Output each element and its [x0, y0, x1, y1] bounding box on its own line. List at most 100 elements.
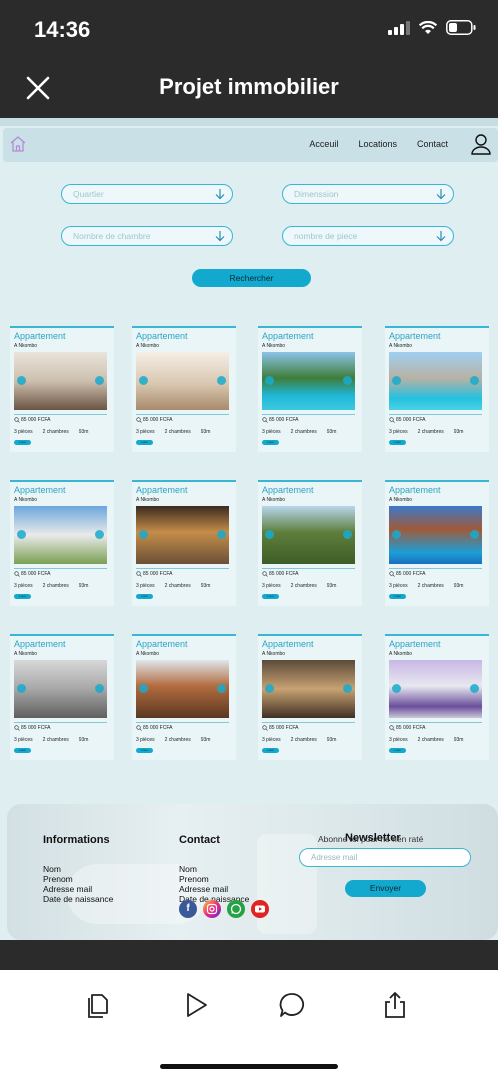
- listing-type: Appartement: [136, 485, 188, 495]
- chambres-select[interactable]: Nombre de chambre: [61, 226, 233, 246]
- next-photo-button[interactable]: [343, 684, 352, 693]
- prev-photo-button[interactable]: [265, 684, 274, 693]
- listing-price-row: 85 000 FCFA: [389, 725, 425, 731]
- signal-icon: [388, 20, 410, 35]
- next-photo-button[interactable]: [95, 530, 104, 539]
- informations-title: Informations: [43, 834, 110, 846]
- dimension-placeholder: Dimenssion: [294, 189, 339, 199]
- next-photo-button[interactable]: [470, 684, 479, 693]
- status-badge: Loué: [14, 748, 31, 753]
- listing-price: 85 000 FCFA: [21, 725, 51, 731]
- play-icon[interactable]: [181, 990, 211, 1020]
- next-photo-button[interactable]: [470, 530, 479, 539]
- listing-card[interactable]: Appartement A Nkombo 85 000 FCFA 3 pièces 2 …: [10, 634, 114, 760]
- prev-photo-button[interactable]: [139, 684, 148, 693]
- prev-photo-button[interactable]: [17, 530, 26, 539]
- listing-card[interactable]: Appartement A Nkombo 85 000 FCFA 3 pièces 2 …: [132, 326, 236, 452]
- price-tag-icon: [262, 417, 268, 423]
- next-photo-button[interactable]: [217, 530, 226, 539]
- listing-area: 93m: [78, 583, 89, 589]
- listing-card[interactable]: Appartement A Nkombo 85 000 FCFA 3 pièces 2 …: [385, 634, 489, 760]
- prev-photo-button[interactable]: [17, 684, 26, 693]
- facebook-icon[interactable]: f: [179, 900, 197, 918]
- listing-card[interactable]: Appartement A Nkombo 85 000 FCFA 3 pièces 2 …: [10, 480, 114, 606]
- listing-area: 93m: [200, 737, 211, 743]
- next-photo-button[interactable]: [95, 376, 104, 385]
- listing-photo: [262, 660, 355, 718]
- listing-bedrooms: 2 chambres: [164, 583, 191, 589]
- home-indicator[interactable]: [160, 1064, 338, 1069]
- listing-bedrooms: 2 chambres: [164, 737, 191, 743]
- listing-photo: [136, 506, 229, 564]
- prev-photo-button[interactable]: [265, 376, 274, 385]
- listing-card[interactable]: Appartement A Nkombo 85 000 FCFA 3 pièces 2 …: [385, 480, 489, 606]
- search-button[interactable]: Rechercher: [192, 269, 311, 287]
- listing-type: Appartement: [136, 639, 188, 649]
- prev-photo-button[interactable]: [139, 530, 148, 539]
- listing-card[interactable]: Appartement A Nkombo 85 000 FCFA 3 pièces 2 …: [385, 326, 489, 452]
- listing-rooms: 3 pièces: [14, 429, 33, 435]
- prev-photo-button[interactable]: [392, 530, 401, 539]
- listing-card[interactable]: Appartement A Nkombo 85 000 FCFA 3 pièces 2 …: [258, 326, 362, 452]
- prev-photo-button[interactable]: [17, 376, 26, 385]
- listing-bedrooms: 2 chambres: [42, 583, 69, 589]
- next-photo-button[interactable]: [343, 376, 352, 385]
- prev-photo-button[interactable]: [392, 376, 401, 385]
- price-tag-icon: [136, 725, 142, 731]
- prev-photo-button[interactable]: [392, 684, 401, 693]
- listing-bedrooms: 2 chambres: [42, 429, 69, 435]
- card-divider: [136, 722, 229, 723]
- listing-type: Appartement: [136, 331, 188, 341]
- listing-photo: [389, 506, 482, 564]
- listing-specs: 3 pièces 2 chambres 93m: [136, 737, 210, 743]
- listing-price: 85 000 FCFA: [396, 725, 426, 731]
- comment-icon[interactable]: [277, 990, 307, 1020]
- listing-bedrooms: 2 chambres: [417, 429, 444, 435]
- pieces-select[interactable]: nombre de piece: [282, 226, 454, 246]
- listing-location: A Nkombo: [136, 497, 160, 503]
- listing-card[interactable]: Appartement A Nkombo 85 000 FCFA 3 pièces 2 …: [258, 480, 362, 606]
- newsletter-send-button[interactable]: Envoyer: [345, 880, 426, 897]
- status-badge: Loué: [136, 594, 153, 599]
- listing-card[interactable]: Appartement A Nkombo 85 000 FCFA 3 pièces 2 …: [258, 634, 362, 760]
- user-icon[interactable]: [470, 132, 492, 158]
- instagram-icon[interactable]: [203, 900, 221, 918]
- nav-link-acceuil[interactable]: Acceuil: [309, 139, 338, 149]
- listing-location: A Nkombo: [14, 497, 38, 503]
- footer: Informations Nom Prenom Adresse mail Dat…: [7, 804, 498, 940]
- listing-area: 93m: [326, 583, 337, 589]
- listing-location: A Nkombo: [389, 651, 413, 657]
- status-badge: Loué: [14, 440, 31, 445]
- listing-price: 85 000 FCFA: [143, 571, 173, 577]
- next-photo-button[interactable]: [470, 376, 479, 385]
- next-photo-button[interactable]: [217, 376, 226, 385]
- next-photo-button[interactable]: [95, 684, 104, 693]
- home-icon[interactable]: [9, 135, 27, 153]
- prev-photo-button[interactable]: [139, 376, 148, 385]
- listing-type: Appartement: [262, 485, 314, 495]
- listing-card[interactable]: Appartement A Nkombo 85 000 FCFA 3 pièces 2 …: [132, 480, 236, 606]
- status-time: 14:36: [34, 17, 91, 42]
- youtube-icon[interactable]: [251, 900, 269, 918]
- page-title: Projet immobilier: [159, 74, 339, 99]
- newsletter-email-input[interactable]: Adresse mail: [299, 848, 471, 867]
- arrow-down-icon: [436, 189, 446, 200]
- dimension-select[interactable]: Dimenssion: [282, 184, 454, 204]
- copy-icon[interactable]: [83, 990, 113, 1020]
- listing-price-row: 85 000 FCFA: [14, 417, 50, 423]
- listing-price: 85 000 FCFA: [269, 417, 299, 423]
- listing-card[interactable]: Appartement A Nkombo 85 000 FCFA 3 pièces 2 …: [132, 634, 236, 760]
- listing-card[interactable]: Appartement A Nkombo 85 000 FCFA 3 pièces 2 …: [10, 326, 114, 452]
- nav-link-locations[interactable]: Locations: [358, 139, 397, 149]
- status-badge: Loué: [262, 594, 279, 599]
- whatsapp-icon[interactable]: [227, 900, 245, 918]
- next-photo-button[interactable]: [217, 684, 226, 693]
- nav-link-contact[interactable]: Contact: [417, 139, 448, 149]
- share-icon[interactable]: [380, 990, 410, 1020]
- next-photo-button[interactable]: [343, 530, 352, 539]
- wifi-icon: [419, 20, 437, 34]
- arrow-down-icon: [436, 231, 446, 242]
- quartier-select[interactable]: Quartier: [61, 184, 233, 204]
- informations-item: Prenom: [43, 874, 73, 884]
- prev-photo-button[interactable]: [265, 530, 274, 539]
